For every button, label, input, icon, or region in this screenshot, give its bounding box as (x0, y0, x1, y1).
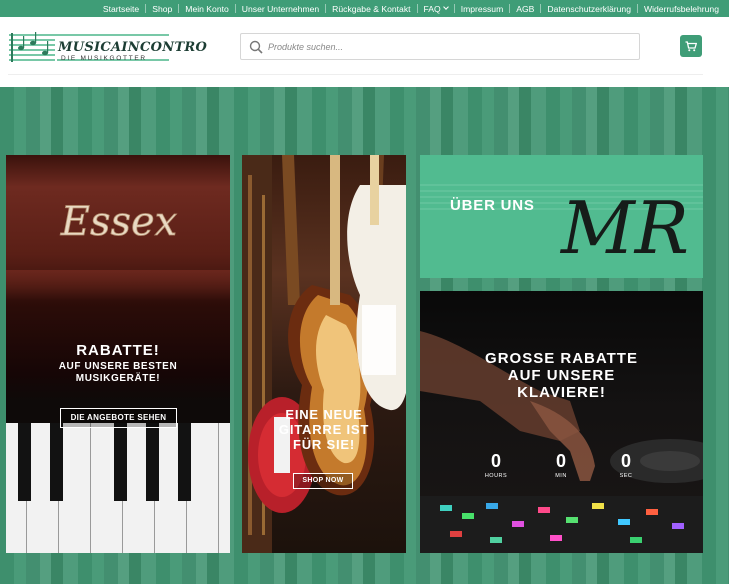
countdown-minutes-label: MIN (555, 473, 567, 479)
search-box (240, 33, 640, 60)
promo-tile-piano[interactable]: Essex RABATTE! AUF UNSERE BESTEN MUSIKGE… (6, 155, 230, 553)
search-icon[interactable] (249, 40, 263, 54)
about-us-title: ÜBER UNS (450, 197, 535, 214)
countdown-hours-value: 0 (490, 451, 501, 471)
nav-shop[interactable]: Shop (146, 4, 178, 14)
countdown-hours-label: HOURS (484, 473, 508, 479)
shopping-cart-icon (685, 40, 697, 51)
essex-brand-text: Essex (60, 199, 177, 245)
header: MUSICAINCONTRO DIE MUSIKGOTTER (0, 17, 729, 87)
essex-sign: Essex (59, 199, 177, 246)
piano-keys (6, 423, 230, 553)
guitar-headline: EINE NEUE GITARRE IST FÜR SIE! (242, 407, 406, 452)
piano-subline-1: AUF UNSERE BESTEN (58, 361, 178, 372)
cart-button[interactable] (680, 35, 702, 57)
mr-logo-text: MR (559, 186, 689, 270)
nav-agb[interactable]: AGB (510, 4, 540, 14)
search-input[interactable] (268, 34, 628, 59)
promo-tile-about[interactable]: ÜBER UNS MR (420, 155, 703, 278)
nav-faq[interactable]: FAQ (418, 4, 454, 14)
guitars-illustration (242, 155, 406, 553)
nav-datenschutz[interactable]: Datenschutzerklärung (541, 4, 637, 14)
guitar-line-3: FÜR SIE! (292, 437, 355, 452)
white-key-gap (218, 423, 219, 553)
promo-tile-guitar[interactable]: EINE NEUE GITARRE IST FÜR SIE! SHOP NOW (242, 155, 406, 553)
nav-unser-unternehmen[interactable]: Unser Unternehmen (236, 4, 325, 14)
header-divider (8, 74, 703, 75)
hero-banner: Essex RABATTE! AUF UNSERE BESTEN MUSIKGE… (0, 87, 729, 584)
site-logo[interactable]: MUSICAINCONTRO DIE MUSIKGOTTER (9, 29, 207, 65)
black-key (146, 423, 159, 501)
piano-subline-2: MUSIKGERÄTE! (75, 373, 161, 384)
shop-now-button[interactable]: SHOP NOW (293, 473, 353, 489)
piano-subline: AUF UNSERE BESTEN MUSIKGERÄTE! (6, 361, 230, 385)
countdown-seconds-label: SEC (619, 473, 633, 479)
guitar-line-1: EINE NEUE (285, 407, 363, 422)
black-key (50, 423, 63, 501)
piano-lid-shine (6, 270, 230, 300)
dj-mixer-illustration (420, 331, 703, 553)
countdown-seconds-value: 0 (620, 451, 631, 471)
white-key-gap (90, 423, 91, 553)
chevron-down-icon (442, 4, 449, 10)
dj-line-2: AUF UNSERE (507, 367, 616, 384)
logo-subtitle: DIE MUSIKGOTTER (61, 55, 147, 62)
top-bar: Startseite Shop Mein Konto Unser Unterne… (0, 0, 729, 17)
logo-title: MUSICAINCONTRO (58, 40, 208, 55)
black-key (114, 423, 127, 501)
black-key (178, 423, 191, 501)
mr-logo: MR (559, 186, 689, 270)
countdown-seconds: 0 SEC (601, 451, 651, 479)
nav-impressum[interactable]: Impressum (455, 4, 510, 14)
nav-startseite[interactable]: Startseite (97, 4, 145, 14)
dj-line-1: GROSSE RABATTE (485, 350, 638, 367)
top-navigation: Startseite Shop Mein Konto Unser Unterne… (97, 0, 725, 17)
countdown-minutes: 0 MIN (536, 451, 586, 479)
black-key (18, 423, 31, 501)
promo-tile-dj[interactable]: GROSSE RABATTE AUF UNSERE KLAVIERE! 0 HO… (420, 291, 703, 553)
guitar-line-2: GITARRE IST (278, 422, 370, 437)
nav-rueckgabe-kontakt[interactable]: Rückgabe & Kontakt (326, 4, 416, 14)
view-offers-button[interactable]: DIE ANGEBOTE SEHEN (60, 408, 177, 428)
nav-widerrufsbelehrung[interactable]: Widerrufsbelehrung (638, 4, 725, 14)
nav-faq-label: FAQ (423, 3, 441, 14)
dj-headline: GROSSE RABATTE AUF UNSERE KLAVIERE! (420, 350, 703, 401)
countdown-hours: 0 HOURS (471, 451, 521, 479)
countdown-minutes-value: 0 (555, 451, 566, 471)
dj-line-3: KLAVIERE! (517, 384, 606, 401)
nav-mein-konto[interactable]: Mein Konto (179, 4, 234, 14)
piano-headline: RABATTE! (76, 342, 160, 359)
